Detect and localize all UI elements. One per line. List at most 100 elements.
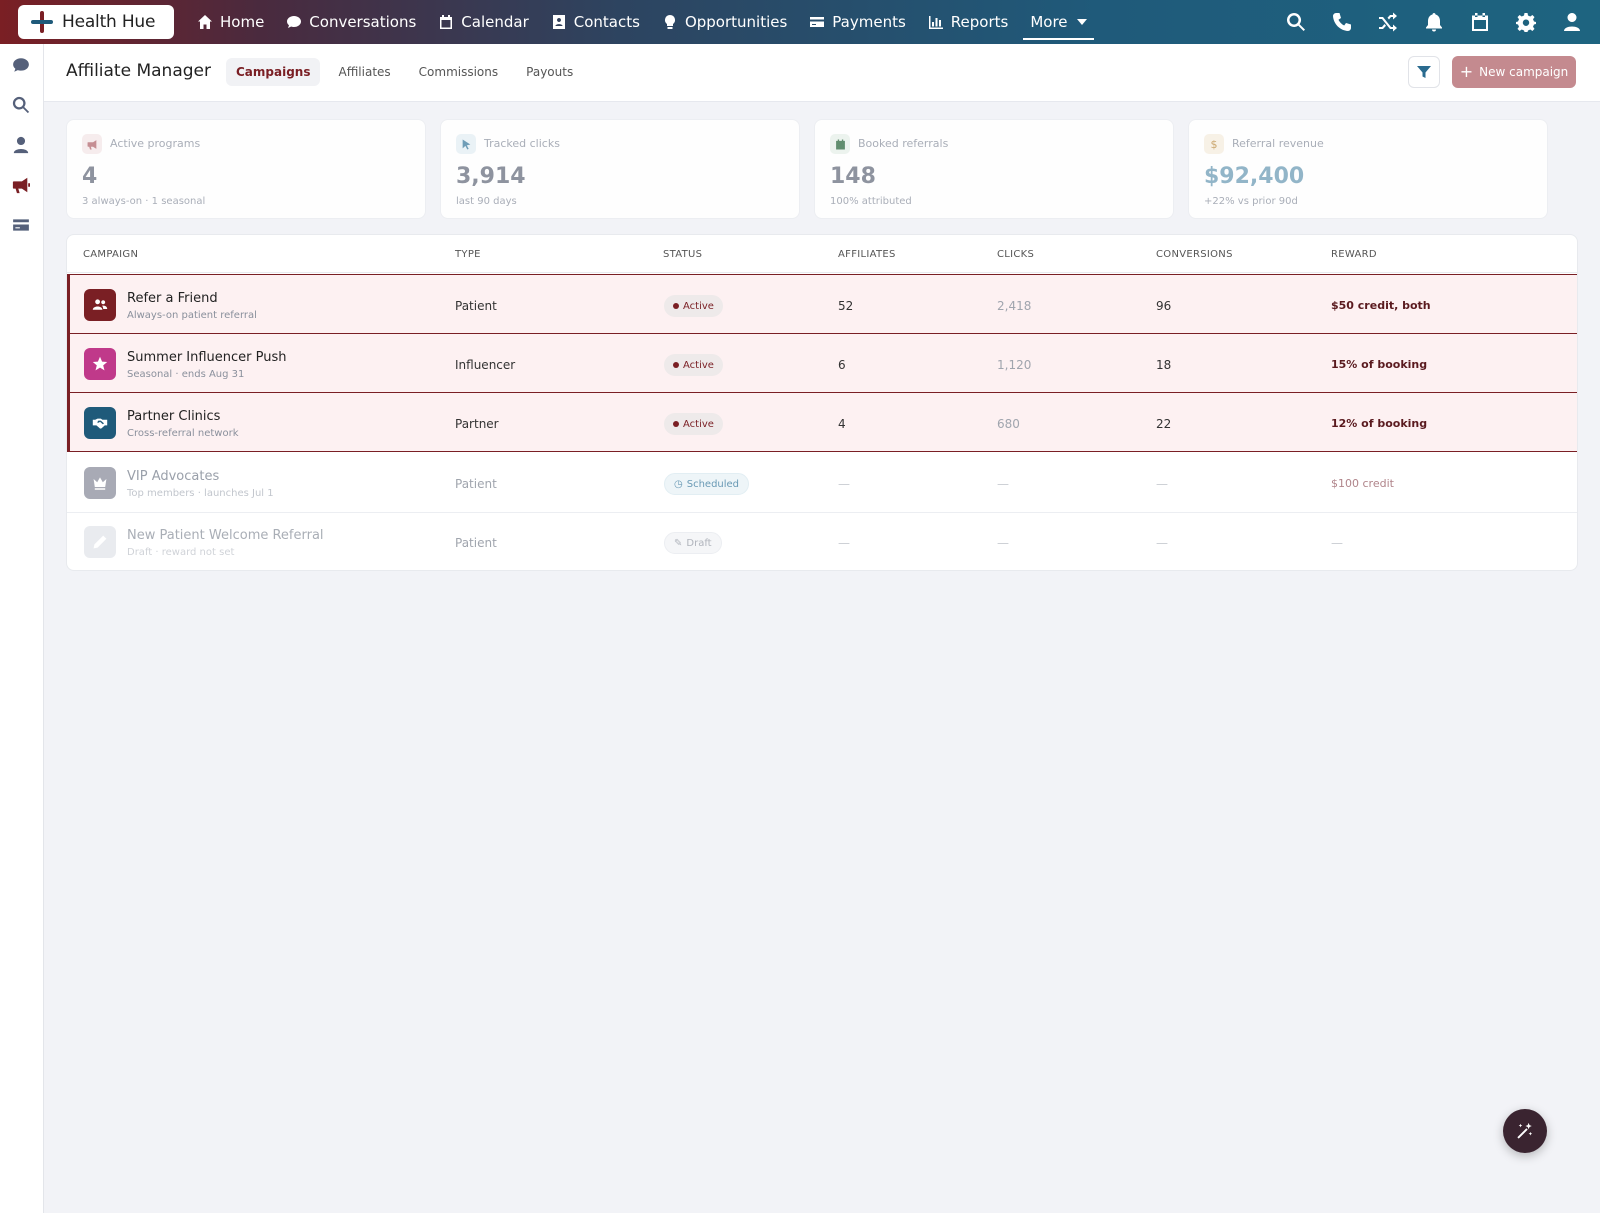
affiliates-count: — <box>838 536 850 550</box>
tab-payouts[interactable]: Payouts <box>516 58 583 86</box>
users-icon <box>84 289 116 321</box>
conversions-count: 96 <box>1156 299 1172 313</box>
contact-card-icon <box>552 15 565 29</box>
nav-item-opportunities[interactable]: Opportunities <box>651 0 798 44</box>
status-dot-icon <box>673 362 679 368</box>
column-header[interactable]: TYPE <box>455 249 481 260</box>
new-campaign-button[interactable]: + New campaign <box>1452 56 1576 88</box>
column-header[interactable]: STATUS <box>663 249 702 260</box>
column-header[interactable]: CONVERSIONS <box>1156 249 1233 260</box>
gear-icon[interactable] <box>1516 12 1536 32</box>
top-actions <box>1286 0 1582 44</box>
stat-value: $92,400 <box>1204 164 1305 189</box>
table-row[interactable]: Partner Clinics Cross-referral network P… <box>67 392 1577 452</box>
rail-item-contacts[interactable] <box>12 136 32 156</box>
campaign-name: Partner Clinics <box>127 409 221 424</box>
magic-wand-button[interactable] <box>1503 1109 1547 1153</box>
filter-button[interactable] <box>1408 56 1440 88</box>
brand-logo[interactable]: Health Hue <box>18 5 174 39</box>
calendar-icon[interactable] <box>1470 12 1490 32</box>
megaphone-icon <box>82 134 102 154</box>
reward-value: $50 credit, both <box>1331 299 1431 312</box>
nav-item-payments[interactable]: Payments <box>798 0 916 44</box>
rail-item-chat[interactable] <box>12 56 32 76</box>
campaign-type: Influencer <box>455 358 516 372</box>
health-cross-icon <box>30 10 54 34</box>
credit-card-icon <box>810 17 825 27</box>
magic-wand-icon <box>1517 1122 1533 1139</box>
campaign-subtitle: Draft · reward not set <box>127 547 235 558</box>
status-badge: ◷ Scheduled <box>664 473 750 495</box>
column-header[interactable]: REWARD <box>1331 249 1377 260</box>
rail-item-payments[interactable] <box>12 216 32 236</box>
campaign-subtitle: Seasonal · ends Aug 31 <box>127 369 245 380</box>
phone-icon[interactable] <box>1332 12 1352 32</box>
shuffle-icon[interactable] <box>1378 12 1398 32</box>
campaign-subtitle: Cross-referral network <box>127 428 239 439</box>
clicks-count: — <box>997 536 1009 550</box>
status-badge: Active <box>664 354 723 376</box>
status-badge: ✎ Draft <box>664 532 722 554</box>
home-icon <box>198 15 212 29</box>
campaign-name: Summer Influencer Push <box>127 350 287 365</box>
campaign-subtitle: Top members · launches Jul 1 <box>127 488 274 499</box>
top-navigation-bar: Health Hue Home Conversations Calendar C… <box>0 0 1600 44</box>
column-header[interactable]: CLICKS <box>997 249 1034 260</box>
stat-value: 148 <box>830 164 876 189</box>
stat-value: 3,914 <box>456 164 526 189</box>
tab-affiliates[interactable]: Affiliates <box>328 58 400 86</box>
stat-cards: Active programs 4 3 always-on · 1 season… <box>66 119 1578 219</box>
table-row[interactable]: New Patient Welcome Referral Draft · rew… <box>67 512 1577 570</box>
tab-campaigns[interactable]: Campaigns <box>226 58 321 86</box>
filter-icon <box>1417 66 1431 78</box>
stat-value: 4 <box>82 164 98 189</box>
clock-icon: ◷ <box>674 478 683 490</box>
rail-item-marketing[interactable] <box>12 176 32 196</box>
status-badge: Active <box>664 413 723 435</box>
campaign-name: VIP Advocates <box>127 469 220 484</box>
stat-sub: +22% vs prior 90d <box>1204 196 1298 207</box>
affiliates-count: — <box>838 477 850 491</box>
stat-sub: 100% attributed <box>830 196 912 207</box>
nav-item-contacts[interactable]: Contacts <box>540 0 651 44</box>
stat-card-referral-revenue: $ Referral revenue $92,400 +22% vs prior… <box>1188 119 1548 219</box>
stat-card-tracked-clicks: Tracked clicks 3,914 last 90 days <box>440 119 800 219</box>
column-header[interactable]: AFFILIATES <box>838 249 896 260</box>
nav-item-home[interactable]: Home <box>186 0 275 44</box>
bell-icon[interactable] <box>1424 12 1444 32</box>
nav-item-conversations[interactable]: Conversations <box>275 0 427 44</box>
clicks-count: 680 <box>997 417 1020 431</box>
campaign-type: Patient <box>455 477 497 491</box>
edit-icon: ✎ <box>674 537 683 549</box>
search-icon[interactable] <box>1286 12 1306 32</box>
affiliates-count: 6 <box>838 358 846 372</box>
cursor-icon <box>456 134 476 154</box>
nav-item-calendar[interactable]: Calendar <box>427 0 539 44</box>
nav-item-more[interactable]: More <box>1019 0 1097 44</box>
stat-sub: 3 always-on · 1 seasonal <box>82 196 206 207</box>
nav-item-reports[interactable]: Reports <box>917 0 1020 44</box>
user-profile-icon[interactable] <box>1562 12 1582 32</box>
table-header: CAMPAIGN TYPE STATUS AFFILIATES CLICKS C… <box>67 235 1577 273</box>
table-row[interactable]: Refer a Friend Always-on patient referra… <box>67 274 1577 334</box>
tab-commissions[interactable]: Commissions <box>409 58 508 86</box>
reward-value: 15% of booking <box>1331 358 1428 371</box>
reward-value: — <box>1331 536 1343 550</box>
left-rail <box>0 44 44 1213</box>
brand-name: Health Hue <box>62 12 156 32</box>
table-row[interactable]: Summer Influencer Push Seasonal · ends A… <box>67 333 1577 393</box>
affiliates-count: 4 <box>838 417 846 431</box>
page-title: Affiliate Manager <box>66 61 211 81</box>
page-tabs: Campaigns Affiliates Commissions Payouts <box>226 58 583 86</box>
bar-chart-icon <box>928 16 943 29</box>
campaign-name: Refer a Friend <box>127 291 218 306</box>
conversions-count: — <box>1156 536 1168 550</box>
rail-item-search[interactable] <box>12 96 32 116</box>
campaigns-table: CAMPAIGN TYPE STATUS AFFILIATES CLICKS C… <box>66 234 1578 571</box>
campaign-name: New Patient Welcome Referral <box>127 528 324 543</box>
clicks-count: 1,120 <box>997 358 1032 372</box>
stat-card-booked-referrals: Booked referrals 148 100% attributed <box>814 119 1174 219</box>
table-row[interactable]: VIP Advocates Top members · launches Jul… <box>67 453 1577 513</box>
column-header[interactable]: CAMPAIGN <box>83 249 138 260</box>
plus-icon: + <box>1459 62 1474 81</box>
